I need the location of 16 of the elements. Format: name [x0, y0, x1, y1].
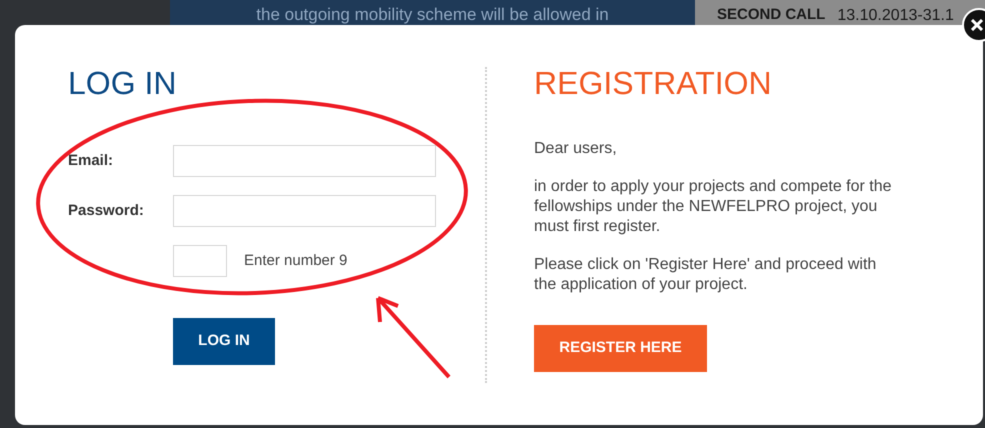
input-field[interactable] — [173, 195, 436, 227]
login-title: LOG IN — [68, 65, 178, 101]
input-field[interactable] — [173, 145, 436, 177]
captcha-field[interactable] — [173, 245, 227, 277]
call-dates: 13.10.2013-31.1 — [837, 6, 954, 26]
registration-title: REGISTRATION — [534, 65, 773, 101]
info-text: Dear users, — [534, 139, 618, 159]
captcha-hint: Enter number 9 — [244, 250, 348, 271]
banner-text: the outgoing mobility scheme will be allowed in — [256, 4, 609, 26]
login-button[interactable]: LOG IN — [173, 318, 275, 365]
field-label: Email: — [68, 150, 114, 171]
field-label: Password: — [68, 200, 145, 221]
call-label: SECOND CALL — [717, 5, 826, 25]
info-text: Please click on 'Register Here' and proceed with the application of your project. — [534, 255, 878, 295]
info-text: in order to apply your projects and compete for the fellowships under the NEWFELPRO project, you must first register. — [534, 177, 893, 237]
close-icon — [971, 19, 983, 31]
